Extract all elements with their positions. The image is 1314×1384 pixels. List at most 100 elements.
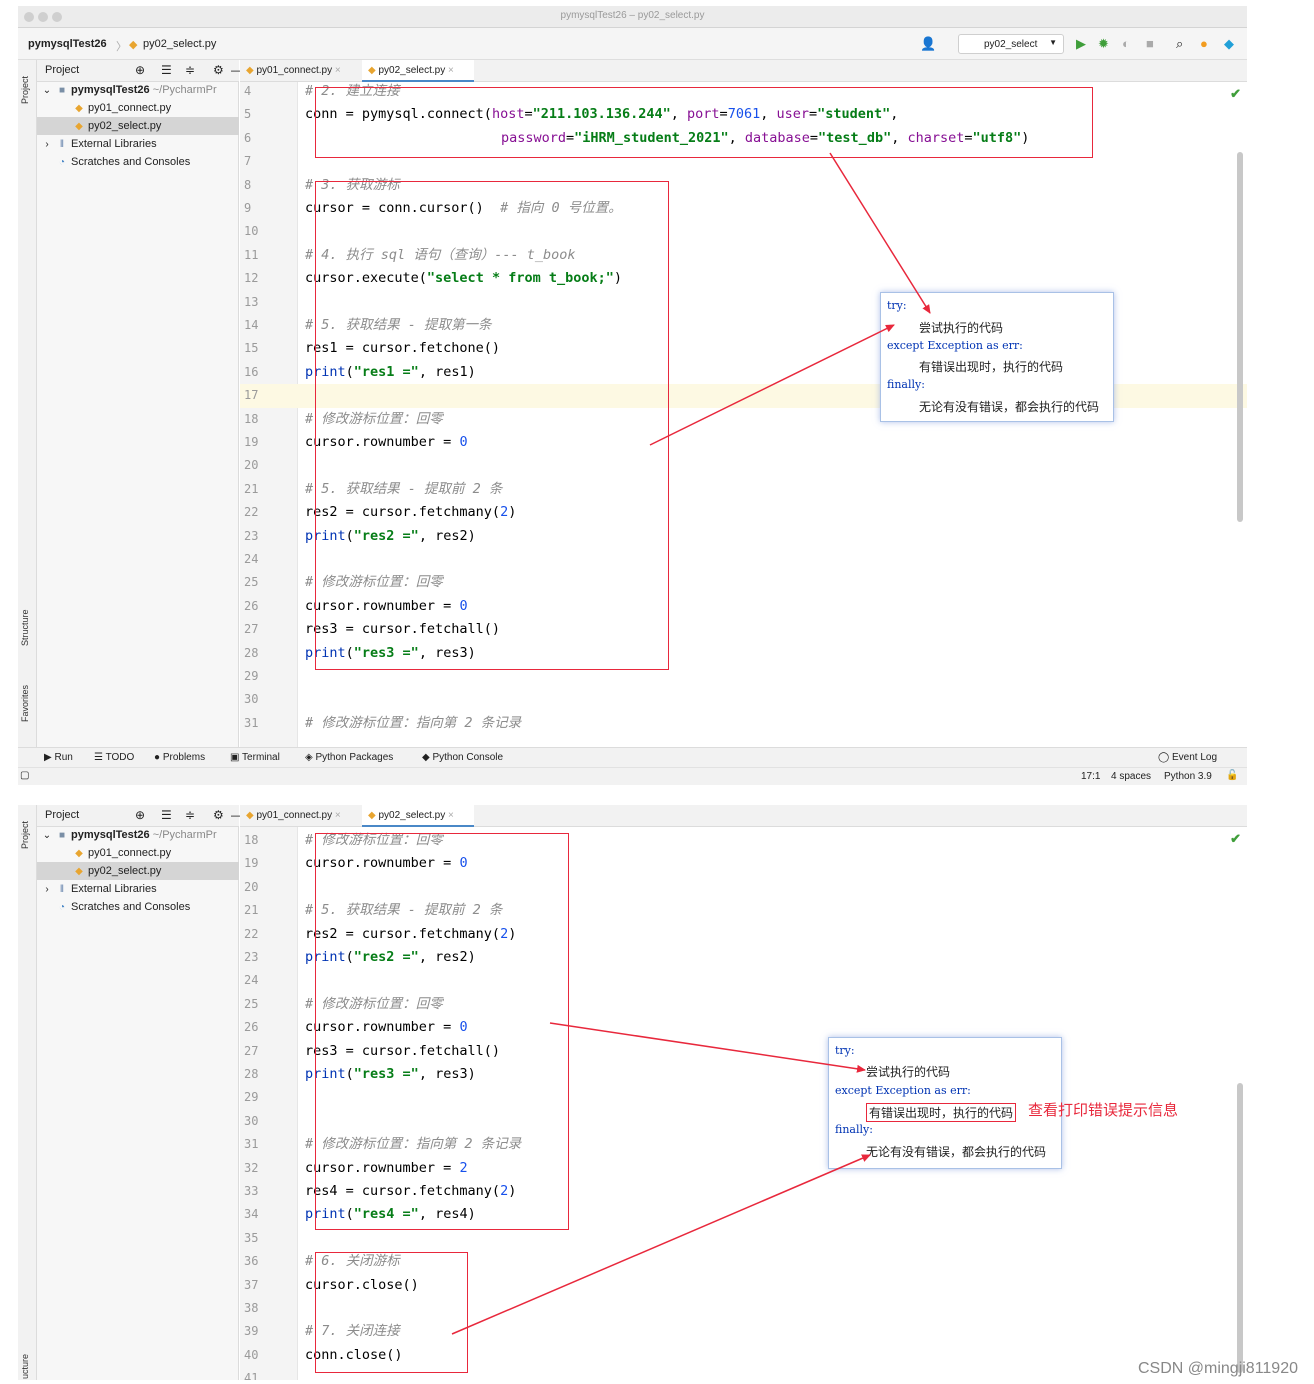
project-tool-tab[interactable]: Project bbox=[20, 76, 30, 104]
tree-external-libraries[interactable]: › ‖ External Libraries bbox=[37, 135, 239, 153]
code-line: 6 password="iHRM_student_2021", database=… bbox=[240, 127, 1247, 150]
code-comment: # 修改游标位置：回零 bbox=[305, 410, 443, 427]
vertical-scrollbar[interactable] bbox=[1237, 152, 1243, 522]
gear-icon[interactable]: ⚙ bbox=[213, 808, 224, 822]
try-except-note: try: 尝试执行的代码 except Exception as err: 有错… bbox=[880, 292, 1114, 422]
run-configuration-select[interactable]: py02_select ▼ bbox=[958, 34, 1064, 54]
tree-root[interactable]: ⌄ ■ pymysqlTest26 ~/PycharmPr bbox=[37, 826, 239, 844]
indent-setting[interactable]: 4 spaces bbox=[1111, 771, 1151, 782]
line-number: 41 bbox=[244, 1371, 259, 1380]
tree-file[interactable]: ◆ py01_connect.py bbox=[37, 99, 239, 117]
close-icon[interactable]: × bbox=[448, 65, 454, 76]
event-log-button[interactable]: ◯ Event Log bbox=[1158, 752, 1217, 763]
line-number: 24 bbox=[244, 973, 259, 988]
breadcrumb-file[interactable]: py02_select.py bbox=[143, 38, 216, 50]
tree-scratches[interactable]: ◔ Scratches and Consoles bbox=[37, 153, 239, 171]
tool-window-bar: ▶ Run ☰ TODO ● Problems ▣ Terminal ◈ Pyt… bbox=[18, 747, 1247, 767]
user-icon[interactable]: 👤 bbox=[920, 37, 936, 51]
code-editor[interactable]: 4 # 2. 建立连接 5 conn = pymysql.connect(host=… bbox=[240, 82, 1247, 747]
code-line: 20 bbox=[240, 454, 1247, 477]
code-token: cursor.rownumber = bbox=[305, 1019, 460, 1036]
collapse-all-icon[interactable]: ≑ bbox=[185, 63, 195, 77]
code-comment: # 6. 关闭游标 bbox=[305, 1253, 400, 1270]
python-console-tool-button[interactable]: ◆ Python Console bbox=[422, 752, 503, 763]
project-view-select[interactable]: Project bbox=[45, 64, 79, 76]
note-except: except Exception as err: bbox=[887, 339, 1023, 352]
structure-tool-tab[interactable]: Structure bbox=[20, 609, 30, 646]
run-icon[interactable]: ▶ bbox=[1076, 37, 1086, 51]
layout-icon[interactable]: ▢ bbox=[20, 770, 29, 781]
line-number: 6 bbox=[244, 130, 252, 145]
python-file-icon: ◆ bbox=[368, 65, 376, 76]
note-finally-body: 无论有没有错误，都会执行的代码 bbox=[919, 400, 1100, 414]
expand-all-icon[interactable]: ☰ bbox=[161, 808, 172, 822]
tree-file-selected[interactable]: ◆ py02_select.py bbox=[37, 862, 239, 880]
code-editor[interactable]: 18 # 修改游标位置：回零 19 cursor.rownumber = 0 20 … bbox=[240, 827, 1247, 1380]
code-comment: # 5. 获取结果 - 提取第一条 bbox=[305, 317, 492, 333]
scratches-label: Scratches and Consoles bbox=[71, 156, 191, 168]
expand-all-icon[interactable]: ☰ bbox=[161, 63, 172, 77]
code-line: 41 bbox=[240, 1367, 1247, 1380]
library-icon: ‖ bbox=[59, 884, 65, 895]
code-text: res1 = cursor.fetchone() bbox=[305, 340, 501, 357]
debug-icon[interactable]: ✹ bbox=[1098, 37, 1109, 51]
code-text: print("res2 =", res2) bbox=[305, 949, 476, 965]
coverage-icon[interactable]: ◐ bbox=[1122, 37, 1130, 51]
tree-scratches[interactable]: ◔ Scratches and Consoles bbox=[37, 898, 239, 916]
title-bar: pymysqlTest26 – py02_select.py bbox=[18, 6, 1247, 28]
tab-py02-select[interactable]: ◆ py02_select.py × bbox=[362, 805, 474, 827]
code-line: 21 # 5. 获取结果 - 提取前 2 条 bbox=[240, 899, 1247, 922]
vertical-scrollbar[interactable] bbox=[1237, 1083, 1243, 1373]
caret-position[interactable]: 17:1 bbox=[1081, 771, 1100, 782]
python-file-icon: ◆ bbox=[129, 39, 138, 51]
collapse-all-icon[interactable]: ≑ bbox=[185, 808, 195, 822]
locate-icon[interactable]: ⊕ bbox=[135, 808, 145, 822]
close-icon[interactable]: × bbox=[335, 810, 341, 821]
code-line: 36 # 6. 关闭游标 bbox=[240, 1250, 1247, 1273]
note-try-body: 尝试执行的代码 bbox=[866, 1065, 951, 1079]
tree-external-libraries[interactable]: › ‖ External Libraries bbox=[37, 880, 239, 898]
jetbrains-toolbox-icon[interactable]: ◆ bbox=[1224, 37, 1234, 51]
tab-py02-select[interactable]: ◆ py02_select.py × bbox=[362, 60, 474, 82]
tab-py01-connect[interactable]: ◆ py01_connect.py × bbox=[240, 60, 358, 82]
python-file-icon: ◆ bbox=[246, 65, 254, 76]
close-icon[interactable]: × bbox=[448, 810, 454, 821]
update-icon[interactable]: ● bbox=[1200, 37, 1208, 51]
project-tree: ⌄ ■ pymysqlTest26 ~/PycharmPr ◆ py01_connec… bbox=[37, 82, 239, 747]
interpreter-setting[interactable]: Python 3.9 bbox=[1164, 771, 1212, 782]
favorites-tool-tab[interactable]: Favorites bbox=[20, 685, 30, 722]
breadcrumb-project[interactable]: pymysqlTest26 bbox=[28, 38, 107, 50]
code-number: 0 bbox=[459, 855, 468, 872]
project-view-select[interactable]: Project bbox=[45, 809, 79, 821]
terminal-tool-button[interactable]: ▣ Terminal bbox=[230, 752, 280, 763]
project-tool-tab[interactable]: Project bbox=[20, 821, 30, 849]
tree-file-selected[interactable]: ◆ py02_select.py bbox=[37, 117, 239, 135]
line-number: 14 bbox=[244, 318, 259, 332]
stop-icon[interactable]: ■ bbox=[1146, 37, 1154, 51]
code-line: 21 # 5. 获取结果 - 提取前 2 条 bbox=[240, 478, 1247, 501]
locate-icon[interactable]: ⊕ bbox=[135, 63, 145, 77]
run-tool-button[interactable]: ▶ Run bbox=[44, 752, 73, 763]
file-label: py02_select.py bbox=[88, 865, 162, 877]
line-number: 30 bbox=[244, 1113, 259, 1128]
inspection-ok-icon[interactable]: ✔ bbox=[1230, 86, 1241, 102]
code-text: cursor.execute("select * from t_book;") bbox=[305, 267, 622, 290]
line-number: 15 bbox=[244, 341, 259, 356]
python-packages-tool-button[interactable]: ◈ Python Packages bbox=[305, 752, 393, 763]
tab-py01-connect[interactable]: ◆ py01_connect.py × bbox=[240, 805, 358, 827]
code-comment: # 修改游标位置：指向第 2 条记录 bbox=[305, 1136, 522, 1153]
structure-tool-tab-cut[interactable]: ucture bbox=[20, 1354, 30, 1379]
code-param: host bbox=[491, 106, 525, 123]
tree-root[interactable]: ⌄ ■ pymysqlTest26 ~/PycharmPr bbox=[37, 81, 239, 99]
search-icon[interactable]: ⌕ bbox=[1176, 37, 1183, 51]
root-name: pymysqlTest26 bbox=[71, 829, 150, 841]
tree-file[interactable]: ◆ py01_connect.py bbox=[37, 844, 239, 862]
lock-icon[interactable]: 🔓 bbox=[1226, 770, 1238, 781]
close-icon[interactable]: × bbox=[335, 65, 341, 76]
line-number: 31 bbox=[244, 715, 259, 730]
todo-tool-button[interactable]: ☰ TODO bbox=[94, 752, 134, 763]
gear-icon[interactable]: ⚙ bbox=[213, 63, 224, 77]
inspection-ok-icon[interactable]: ✔ bbox=[1230, 831, 1241, 847]
problems-tool-button[interactable]: ● Problems bbox=[154, 752, 205, 763]
folder-icon: ■ bbox=[58, 85, 66, 96]
